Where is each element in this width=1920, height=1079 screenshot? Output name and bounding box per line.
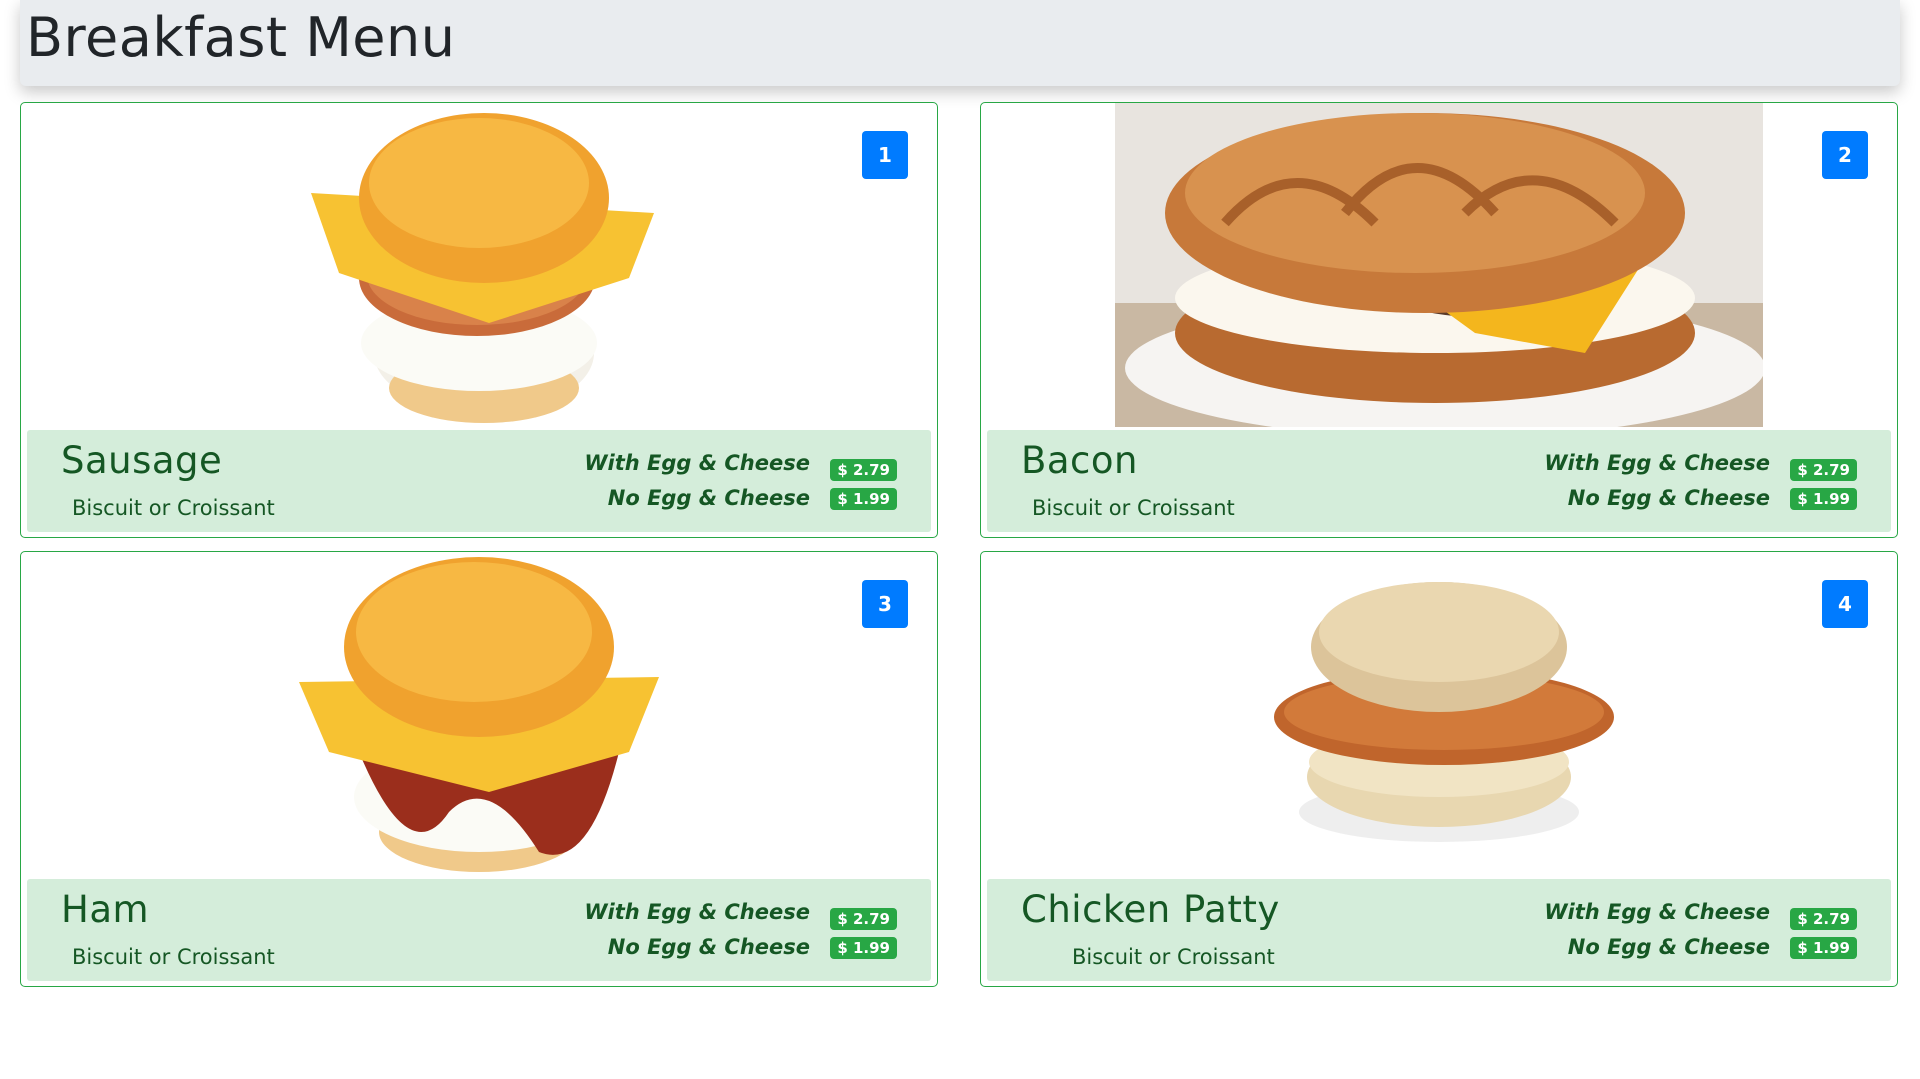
item-number-badge: 1 bbox=[862, 131, 908, 179]
item-subtitle: Biscuit or Croissant bbox=[72, 496, 275, 520]
item-subtitle: Biscuit or Croissant bbox=[1032, 496, 1235, 520]
item-number-badge: 2 bbox=[1822, 131, 1868, 179]
price-badge: $ 1.99 bbox=[1790, 937, 1857, 959]
page-title: Breakfast Menu bbox=[26, 6, 456, 69]
item-subtitle: Biscuit or Croissant bbox=[1072, 945, 1275, 969]
item-name: Ham bbox=[61, 888, 150, 931]
option-no-egg: No Egg & Cheese bbox=[1567, 935, 1770, 959]
price-badge: $ 1.99 bbox=[830, 937, 897, 959]
price-badge: $ 1.99 bbox=[1790, 488, 1857, 510]
sausage-sandwich-image bbox=[311, 113, 654, 423]
card-footer: Ham Biscuit or Croissant With Egg & Chee… bbox=[27, 879, 931, 981]
option-with-egg: With Egg & Cheese bbox=[584, 900, 810, 924]
option-with-egg: With Egg & Cheese bbox=[1544, 900, 1770, 924]
croissant-sandwich-image bbox=[1115, 103, 1763, 427]
option-with-egg: With Egg & Cheese bbox=[584, 451, 810, 475]
card-footer: Sausage Biscuit or Croissant With Egg & … bbox=[27, 430, 931, 532]
option-no-egg: No Egg & Cheese bbox=[607, 486, 810, 510]
option-no-egg: No Egg & Cheese bbox=[1567, 486, 1770, 510]
option-no-egg: No Egg & Cheese bbox=[607, 935, 810, 959]
option-with-egg: With Egg & Cheese bbox=[1544, 451, 1770, 475]
menu-card-bacon[interactable]: 2 Bacon Biscuit or Croissant With Egg & … bbox=[980, 102, 1898, 538]
price-badge: $ 2.79 bbox=[1790, 459, 1857, 481]
chicken-sandwich-image bbox=[1274, 582, 1614, 842]
item-number-badge: 4 bbox=[1822, 580, 1868, 628]
card-footer: Bacon Biscuit or Croissant With Egg & Ch… bbox=[987, 430, 1891, 532]
price-badge: $ 1.99 bbox=[830, 488, 897, 510]
price-badge: $ 2.79 bbox=[830, 908, 897, 930]
item-name: Chicken Patty bbox=[1021, 888, 1280, 931]
menu-card-sausage[interactable]: 1 Sausage Biscuit or Croissant With Egg … bbox=[20, 102, 938, 538]
card-footer: Chicken Patty Biscuit or Croissant With … bbox=[987, 879, 1891, 981]
item-subtitle: Biscuit or Croissant bbox=[72, 945, 275, 969]
item-number-badge: 3 bbox=[862, 580, 908, 628]
page-header: Breakfast Menu bbox=[20, 0, 1900, 86]
price-badge: $ 2.79 bbox=[1790, 908, 1857, 930]
menu-card-ham[interactable]: 3 Ham Biscuit or Croissant With Egg & Ch… bbox=[20, 551, 938, 987]
price-badge: $ 2.79 bbox=[830, 459, 897, 481]
item-name: Sausage bbox=[61, 439, 223, 482]
item-name: Bacon bbox=[1021, 439, 1138, 482]
ham-sandwich-image bbox=[299, 557, 659, 872]
menu-card-chicken-patty[interactable]: 4 Chicken Patty Biscuit or Croissant Wit… bbox=[980, 551, 1898, 987]
